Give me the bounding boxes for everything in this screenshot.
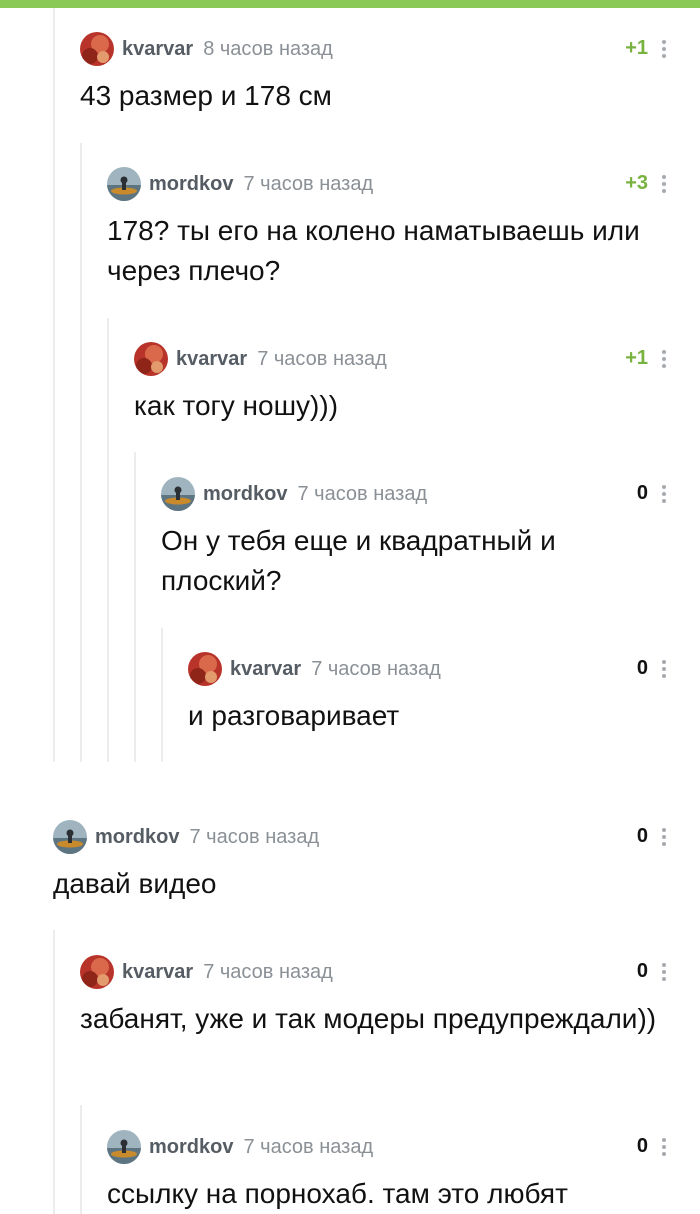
comment-time[interactable]: 7 часов назад (243, 1136, 373, 1158)
more-icon[interactable] (656, 959, 672, 985)
username[interactable]: mordkov (95, 826, 179, 848)
comment-time[interactable]: 7 часов назад (257, 348, 387, 370)
comment-rating: +1 (625, 347, 648, 369)
comment-rating: 0 (636, 1135, 648, 1157)
mordkov-avatar[interactable] (107, 1130, 141, 1164)
comment-time[interactable]: 7 часов назад (311, 658, 441, 680)
comment-rating: 0 (636, 657, 648, 679)
comment-text: ссылку на порнохаб. там это любят (107, 1178, 568, 1209)
more-icon[interactable] (656, 1134, 672, 1160)
kvarvar-avatar[interactable] (80, 32, 114, 66)
comment: mordkov 7 часов назад 0 ссылку на порноха… (107, 1130, 672, 1214)
kvarvar-avatar[interactable] (134, 342, 168, 376)
comment: mordkov 7 часов назад 0 Он у тебя еще и к… (161, 477, 672, 601)
username[interactable]: mordkov (203, 483, 287, 505)
username[interactable]: mordkov (149, 173, 233, 195)
top-accent-bar (0, 0, 700, 8)
kvarvar-avatar[interactable] (80, 955, 114, 989)
comment-header: kvarvar 7 часов назад 0 (188, 652, 672, 688)
comment-header: mordkov 7 часов назад 0 (53, 820, 672, 856)
thread-line[interactable] (53, 930, 55, 1214)
more-icon[interactable] (656, 656, 672, 682)
comment-time[interactable]: 7 часов назад (297, 483, 427, 505)
comment: mordkov 7 часов назад 0 давай видео (53, 820, 672, 904)
username[interactable]: kvarvar (176, 348, 247, 370)
mordkov-avatar[interactable] (53, 820, 87, 854)
more-icon[interactable] (656, 36, 672, 62)
comment-header: mordkov 7 часов назад 0 (161, 477, 672, 513)
comment: kvarvar 7 часов назад 0 и разговаривает (188, 652, 672, 736)
thread-line[interactable] (80, 143, 82, 762)
username[interactable]: kvarvar (230, 658, 301, 680)
more-icon[interactable] (656, 481, 672, 507)
comment-header: mordkov 7 часов назад +3 (107, 167, 672, 203)
comment-time[interactable]: 7 часов назад (203, 961, 333, 983)
comment-text: давай видео (53, 868, 217, 899)
thread-line[interactable] (107, 318, 109, 762)
mordkov-avatar[interactable] (161, 477, 195, 511)
comment: mordkov 7 часов назад +3 178? ты его на к… (107, 167, 672, 291)
username[interactable]: kvarvar (122, 38, 193, 60)
comment-header: kvarvar 7 часов назад +1 (134, 342, 672, 378)
comment: kvarvar 8 часов назад +1 43 размер и 178 … (80, 32, 672, 116)
comment-rating: 0 (636, 825, 648, 847)
comment-time[interactable]: 8 часов назад (203, 38, 333, 60)
comment-text: забанят, уже и так модеры предупреждали)… (80, 1003, 657, 1034)
kvarvar-avatar[interactable] (188, 652, 222, 686)
comment: kvarvar 7 часов назад +1 как тогу ношу))) (134, 342, 672, 426)
more-icon[interactable] (656, 171, 672, 197)
comment-text: как тогу ношу))) (134, 390, 339, 421)
thread-line[interactable] (80, 1105, 82, 1214)
username[interactable]: mordkov (149, 1136, 233, 1158)
comment: kvarvar 7 часов назад 0 забанят, уже и та… (80, 955, 672, 1039)
comment-text: 178? ты его на колено наматываешь или че… (107, 215, 640, 286)
thread-line[interactable] (53, 8, 55, 762)
comment-rating: +3 (625, 172, 648, 194)
comment-text: 43 размер и 178 см (80, 80, 332, 111)
username[interactable]: kvarvar (122, 961, 193, 983)
more-icon[interactable] (656, 346, 672, 372)
comment-header: kvarvar 8 часов назад +1 (80, 32, 672, 68)
comment-time[interactable]: 7 часов назад (189, 826, 319, 848)
comment-rating: 0 (636, 482, 648, 504)
comment-rating: 0 (636, 960, 648, 982)
comment-header: kvarvar 7 часов назад 0 (80, 955, 672, 991)
comment-header: mordkov 7 часов назад 0 (107, 1130, 672, 1166)
more-icon[interactable] (656, 824, 672, 850)
thread-line[interactable] (161, 628, 163, 762)
comment-time[interactable]: 7 часов назад (243, 173, 373, 195)
thread-line[interactable] (134, 452, 136, 762)
comment-text: и разговаривает (188, 700, 400, 731)
mordkov-avatar[interactable] (107, 167, 141, 201)
comment-rating: +1 (625, 37, 648, 59)
comment-text: Он у тебя еще и квадратный и плоский? (161, 525, 556, 596)
